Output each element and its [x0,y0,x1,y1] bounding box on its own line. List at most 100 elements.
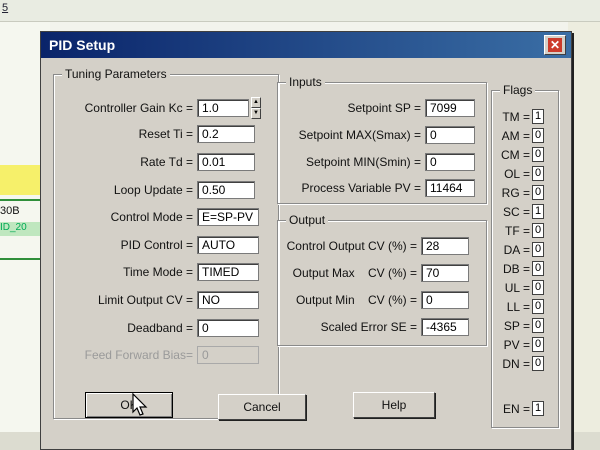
output-max-row: Output Max CV (%) = 70 [282,264,469,282]
feed-forward-bias-field: 0 [197,346,259,364]
close-button[interactable]: ✕ [544,35,566,55]
mouse-pointer-icon [132,393,148,416]
flag-dn-value: 0 [532,356,544,371]
tuning-parameters-legend: Tuning Parameters [62,67,170,81]
background-rung-line [0,258,44,260]
flag-pv: PV = 0 [500,337,544,352]
flag-ul: UL = 0 [500,280,544,295]
setpoint-max-row: Setpoint MAX(Smax) = 0 [282,126,475,144]
flag-dn-label: DN = [502,356,530,371]
rate-field[interactable]: 0.01 [197,153,255,171]
limit-output-label: Limit Output CV = [97,293,193,307]
flag-tf-label: TF = [504,223,530,238]
output-max-field[interactable]: 70 [421,264,469,282]
flag-am: AM = 0 [500,128,544,143]
flag-da: DA = 0 [500,242,544,257]
output-min-row: Output Min CV (%) = 0 [282,291,469,309]
flag-cm: CM = 0 [500,147,544,162]
background-rung-line [0,199,44,201]
flag-ol-label: OL = [504,166,530,181]
chevron-down-icon[interactable]: ▼ [251,108,261,119]
controller-gain-field[interactable]: 1.0 [197,99,249,117]
setpoint-max-label: Setpoint MAX(Smax) = [298,128,421,142]
pid-control-row: PID Control = AUTO [60,236,259,254]
time-mode-row: Time Mode = TIMED [60,263,259,281]
pid-control-label: PID Control = [120,238,193,252]
flag-ol-value: 0 [532,166,544,181]
setpoint-field[interactable]: 7099 [425,99,475,117]
flag-tm: TM = 1 [500,109,544,124]
flag-cm-value: 0 [532,147,544,162]
loop-update-label: Loop Update = [113,183,193,197]
flag-db: DB = 0 [500,261,544,276]
flag-sc-value: 1 [532,204,544,219]
flag-tf-value: 0 [532,223,544,238]
help-button[interactable]: Help [353,392,435,418]
output-min-field[interactable]: 0 [421,291,469,309]
flag-en-label: EN = [502,401,530,416]
flag-db-value: 0 [532,261,544,276]
loop-update-field[interactable]: 0.50 [197,181,255,199]
dialog-titlebar[interactable]: PID Setup ✕ [41,32,571,58]
control-output-row: Control Output CV (%) = 28 [282,237,469,255]
reset-field[interactable]: 0.2 [197,125,255,143]
limit-output-field[interactable]: NO [197,291,259,309]
time-mode-field[interactable]: TIMED [197,263,259,281]
close-icon: ✕ [548,38,562,52]
background-tag-label: ID_20 [0,222,44,236]
control-output-label: Control Output CV (%) = [286,239,417,253]
background-toolbar: 5 [0,0,600,22]
flag-sp: SP = 0 [500,318,544,333]
process-variable-row: Process Variable PV = 11464 [282,179,475,197]
control-mode-field[interactable]: E=SP-PV [197,208,259,226]
setpoint-min-row: Setpoint MIN(Smin) = 0 [282,153,475,171]
flag-rg-label: RG = [501,185,530,200]
flag-da-label: DA = [503,242,530,257]
control-output-field[interactable]: 28 [421,237,469,255]
ok-button[interactable]: OK [85,392,173,418]
deadband-field[interactable]: 0 [197,319,259,337]
rate-row: Rate Td = 0.01 [60,153,255,171]
flag-rg: RG = 0 [500,185,544,200]
loop-update-row: Loop Update = 0.50 [60,181,255,199]
output-group: Output Control Output CV (%) = 28 Output… [277,213,487,346]
flag-ol: OL = 0 [500,166,544,181]
setpoint-max-field[interactable]: 0 [425,126,475,144]
output-legend: Output [286,213,329,227]
cancel-button[interactable]: Cancel [218,394,306,420]
chevron-up-icon[interactable]: ▲ [251,97,261,108]
controller-gain-label: Controller Gain Kc = [84,101,193,115]
flag-dn: DN = 0 [500,356,544,371]
flag-ul-value: 0 [532,280,544,295]
flag-db-label: DB = [502,261,530,276]
setpoint-min-field[interactable]: 0 [425,153,475,171]
pid-setup-dialog: PID Setup ✕ Tuning Parameters Controller… [40,31,572,450]
reset-label: Reset Ti = [138,127,193,141]
flag-da-value: 0 [532,242,544,257]
flag-rg-value: 0 [532,185,544,200]
flag-cm-label: CM = [500,147,530,162]
controller-gain-spinner[interactable]: ▲ ▼ [251,97,261,119]
setpoint-min-label: Setpoint MIN(Smin) = [305,155,421,169]
flag-am-label: AM = [501,128,530,143]
flag-tm-value: 1 [532,109,544,124]
limit-output-row: Limit Output CV = NO [60,291,259,309]
flags-group: Flags TM = 1 AM = 0 CM = 0 OL = 0 RG = 0 SC =… [491,83,559,428]
reset-row: Reset Ti = 0.2 [60,125,255,143]
background-right-panel [568,22,600,450]
flag-ul-label: UL = [504,280,530,295]
flag-ll-label: LL = [506,299,530,314]
pid-control-field[interactable]: AUTO [197,236,259,254]
background-link[interactable]: 5 [2,2,8,14]
flags-legend: Flags [500,83,536,97]
inputs-legend: Inputs [286,75,325,89]
feed-forward-bias-label: Feed Forward Bias= [84,348,193,362]
process-variable-label: Process Variable PV = [301,181,421,195]
rate-label: Rate Td = [140,155,193,169]
scaled-error-field[interactable]: -4365 [421,318,469,336]
flag-sc: SC = 1 [500,204,544,219]
flag-sp-label: SP = [503,318,530,333]
flag-sp-value: 0 [532,318,544,333]
process-variable-field[interactable]: 11464 [425,179,475,197]
setpoint-row: Setpoint SP = 7099 [282,99,475,117]
